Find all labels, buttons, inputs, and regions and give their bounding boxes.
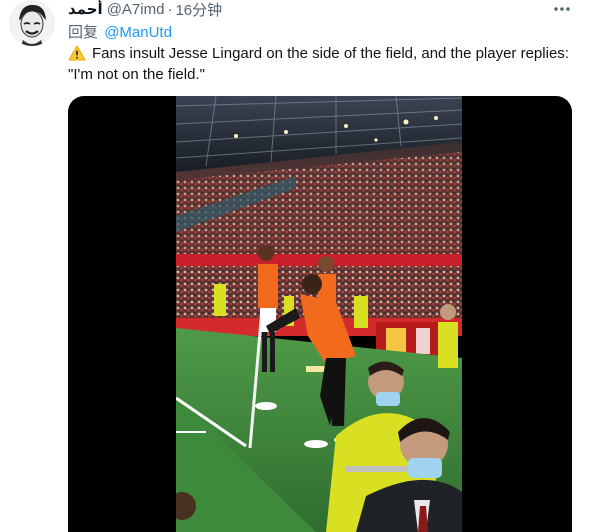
user-handle[interactable]: @A7imd — [107, 1, 165, 18]
video-frame[interactable] — [176, 96, 462, 532]
reply-target-link[interactable]: @ManUtd — [104, 24, 172, 41]
stadium-scene-image — [176, 96, 462, 532]
reply-prefix: 回复 — [68, 24, 99, 41]
media-video[interactable] — [68, 96, 572, 532]
more-options-icon[interactable] — [550, 2, 574, 16]
tweet-header: أحمد @A7imd · 16分钟 — [68, 0, 222, 20]
tweet-text-block: Fans insult Jesse Lingard on the side of… — [68, 43, 578, 85]
tweet[interactable]: أحمد @A7imd · 16分钟 回复 @ManUtd Fans insul… — [0, 0, 596, 532]
display-name[interactable]: أحمد — [68, 0, 103, 18]
avatar-image — [9, 0, 55, 46]
timestamp[interactable]: 16分钟 — [175, 0, 222, 20]
avatar[interactable] — [9, 0, 55, 46]
separator-dot: · — [167, 0, 173, 18]
warning-icon — [68, 45, 86, 61]
tweet-text: Fans insult Jesse Lingard on the side of… — [68, 45, 569, 83]
replying-to: 回复 @ManUtd — [68, 21, 172, 42]
